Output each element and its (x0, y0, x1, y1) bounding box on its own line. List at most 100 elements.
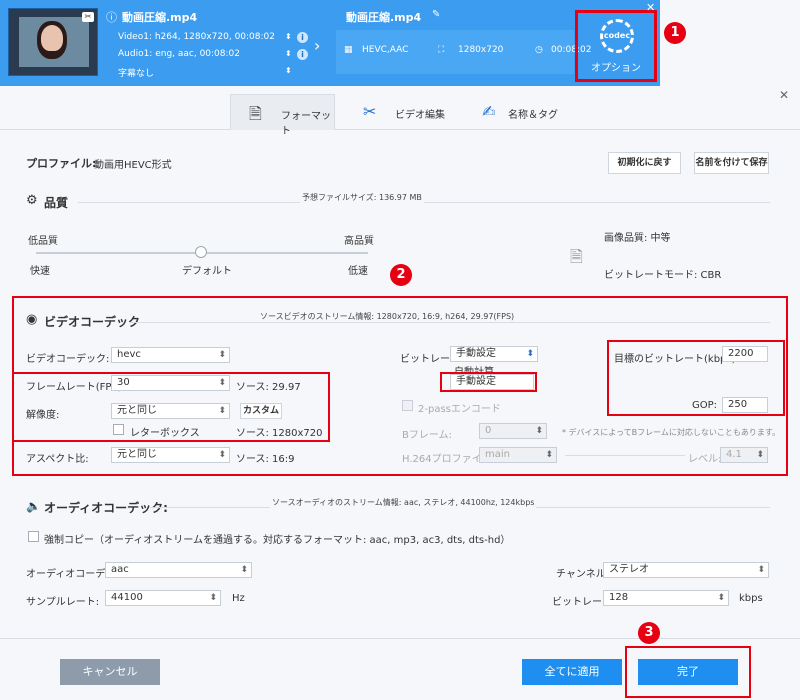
step-badge-1: 1 (664, 22, 686, 44)
divider (130, 322, 770, 323)
audio-stream-info: ソースオーディオのストリーム情報: aac, ステレオ, 44100hz, 12… (270, 497, 537, 508)
letterbox-checkbox[interactable] (113, 424, 124, 435)
done-button[interactable]: 完了 (638, 659, 738, 685)
two-pass-label: 2-passエンコード (418, 404, 501, 415)
tab-name-tag[interactable]: ✍ 名称＆タグ (478, 94, 578, 130)
subtitle-info: 字幕なし (118, 69, 155, 79)
video-thumbnail[interactable]: ✂ (8, 8, 98, 76)
info-icon[interactable]: ⓘ (106, 9, 117, 25)
sample-rate-select[interactable]: 44100 ⬍ (105, 590, 221, 606)
sample-rate-label: サンプルレート: (26, 597, 100, 608)
audio-track-dropdown-icon[interactable]: ⬍ (285, 49, 292, 58)
scissors-icon[interactable]: ✂ (82, 12, 94, 22)
image-quality: 画像品質: 中等 (604, 233, 671, 244)
divider (565, 455, 685, 456)
cancel-button[interactable]: キャンセル (60, 659, 160, 685)
video-stream-info: ソースビデオのストリーム情報: 1280x720, 16:9, h264, 29… (258, 311, 517, 322)
audio-track-info: Audio1: eng, aac, 00:08:02 (118, 49, 240, 59)
source-file-name: 動画圧縮.mp4 (122, 11, 198, 24)
channel-label: チャンネル: (556, 569, 610, 580)
tag-edit-icon: ✍ (482, 102, 496, 121)
level-label: レベル: (688, 454, 722, 465)
video-codec-select[interactable]: hevc ⬍ (111, 347, 230, 363)
audio-codec-select[interactable]: aac ⬍ (105, 562, 252, 578)
bitrate-mode: ビットレートモード: CBR (604, 270, 722, 281)
force-copy-checkbox[interactable] (28, 531, 39, 542)
channel-select[interactable]: ステレオ ⬍ (603, 562, 769, 578)
low-quality-label: 低品質 (28, 236, 58, 247)
profile-value: 動画用HEVC形式 (94, 160, 172, 171)
film-icon: ▦ (344, 45, 353, 55)
fps-select[interactable]: 30 ⬍ (111, 375, 230, 391)
gop-input[interactable]: 250 (722, 397, 768, 413)
target-bitrate-input[interactable]: 2200 (722, 346, 768, 362)
aspect-ratio-label: アスペクト比: (26, 454, 89, 465)
step-badge-2: 2 (390, 264, 412, 286)
close-item-icon[interactable]: ✕ (646, 1, 655, 14)
quality-gear-icon: ⚙ (26, 193, 38, 208)
video-track-info: Video1: h264, 1280x720, 00:08:02 (118, 32, 275, 42)
custom-resolution-button[interactable]: カスタム (240, 403, 282, 419)
option-label: オプション (591, 63, 641, 74)
codec-gear-icon: codec (600, 19, 634, 53)
expected-file-size: 予想ファイルサイズ: 136.97 MB (300, 192, 424, 203)
gop-label: GOP: (692, 400, 718, 411)
step-badge-3: 3 (638, 622, 660, 644)
speaker-icon: 🔈 (26, 499, 41, 513)
output-file-name: 動画圧縮.mp4 (346, 11, 422, 24)
save-as-button[interactable]: 名前を付けて保存 (694, 152, 769, 174)
high-quality-label: 高品質 (344, 236, 374, 247)
aspect-ratio-source: ソース: 16:9 (236, 454, 295, 465)
output-format: HEVC,AAC (362, 45, 409, 55)
option-button[interactable]: codec オプション (575, 10, 657, 82)
reset-button[interactable]: 初期化に戻す (608, 152, 681, 174)
aspect-ratio-select[interactable]: 元と同じ ⬍ (111, 447, 230, 463)
format-settings-icon: 🗎 (249, 104, 262, 123)
film-reel-icon: ◉ (26, 312, 38, 327)
bframe-label: Bフレーム: (402, 430, 452, 441)
bitrate-option-manual[interactable]: 手動設定 (450, 374, 534, 390)
quality-title: 品質 (44, 196, 69, 210)
resolution-icon: ⛶ (438, 45, 445, 55)
resolution-label: 解像度: (26, 410, 60, 421)
sample-rate-unit: Hz (232, 593, 245, 604)
quality-slider-handle[interactable] (195, 246, 207, 258)
fast-label: 快速 (30, 266, 50, 277)
file-header: ✂ ⓘ 動画圧縮.mp4 Video1: h264, 1280x720, 00:… (0, 0, 660, 86)
default-label: デフォルト (182, 266, 232, 277)
slow-label: 低速 (348, 266, 368, 277)
h264-profile-select[interactable]: main ⬍ (479, 447, 557, 463)
tab-bar: 🗎 フォーマット ✂ ビデオ編集 ✍ 名称＆タグ (0, 86, 800, 137)
resolution-select[interactable]: 元と同じ ⬍ (111, 403, 230, 419)
two-pass-checkbox[interactable] (402, 400, 413, 411)
arrow-right-icon: › (314, 36, 321, 55)
bframe-note: * デバイスによってBフレームに対応しないこともあります。 (562, 428, 781, 437)
audio-bitrate-unit: kbps (739, 593, 763, 604)
footer-divider (0, 638, 800, 639)
bframe-select[interactable]: 0 ⬍ (479, 423, 547, 439)
bitrate-select[interactable]: 手動設定 ⬍ (450, 346, 538, 362)
resolution-source: ソース: 1280x720 (236, 428, 323, 439)
target-bitrate-label: 目標のビットレート(kbps): (614, 354, 739, 365)
audio-bitrate-select[interactable]: 128 ⬍ (603, 590, 729, 606)
force-copy-label: 強制コピー（オーディオストリームを通過する。対応するフォーマット: aac, m… (44, 535, 511, 546)
video-track-info-icon[interactable]: i (297, 32, 308, 43)
video-codec-label: ビデオコーデック: (26, 354, 110, 365)
output-resolution: 1280x720 (458, 45, 504, 55)
audio-track-info-icon[interactable]: i (297, 49, 308, 60)
video-codec-title: ビデオコーデック (44, 315, 141, 329)
subtitle-dropdown-icon[interactable]: ⬍ (285, 66, 292, 75)
divider (78, 202, 770, 203)
apply-all-button[interactable]: 全てに適用 (522, 659, 622, 685)
fps-source: ソース: 29.97 (236, 382, 301, 393)
clock-icon: ◷ (535, 45, 543, 55)
tab-video-edit[interactable]: ✂ ビデオ編集 (355, 94, 465, 130)
edit-name-icon[interactable]: ✎ (432, 9, 440, 20)
profile-label: プロファイル: (26, 157, 97, 170)
settings-dialog: ✕ 🗎 フォーマット ✂ ビデオ編集 ✍ 名称＆タグ プロファイル: 動画用HE… (0, 86, 800, 700)
video-track-dropdown-icon[interactable]: ⬍ (285, 32, 292, 41)
document-icon: 🗎 (570, 247, 583, 266)
tab-format[interactable]: 🗎 フォーマット (230, 94, 335, 137)
level-select[interactable]: 4.1 ⬍ (720, 447, 768, 463)
letterbox-label: レターボックス (130, 428, 200, 439)
